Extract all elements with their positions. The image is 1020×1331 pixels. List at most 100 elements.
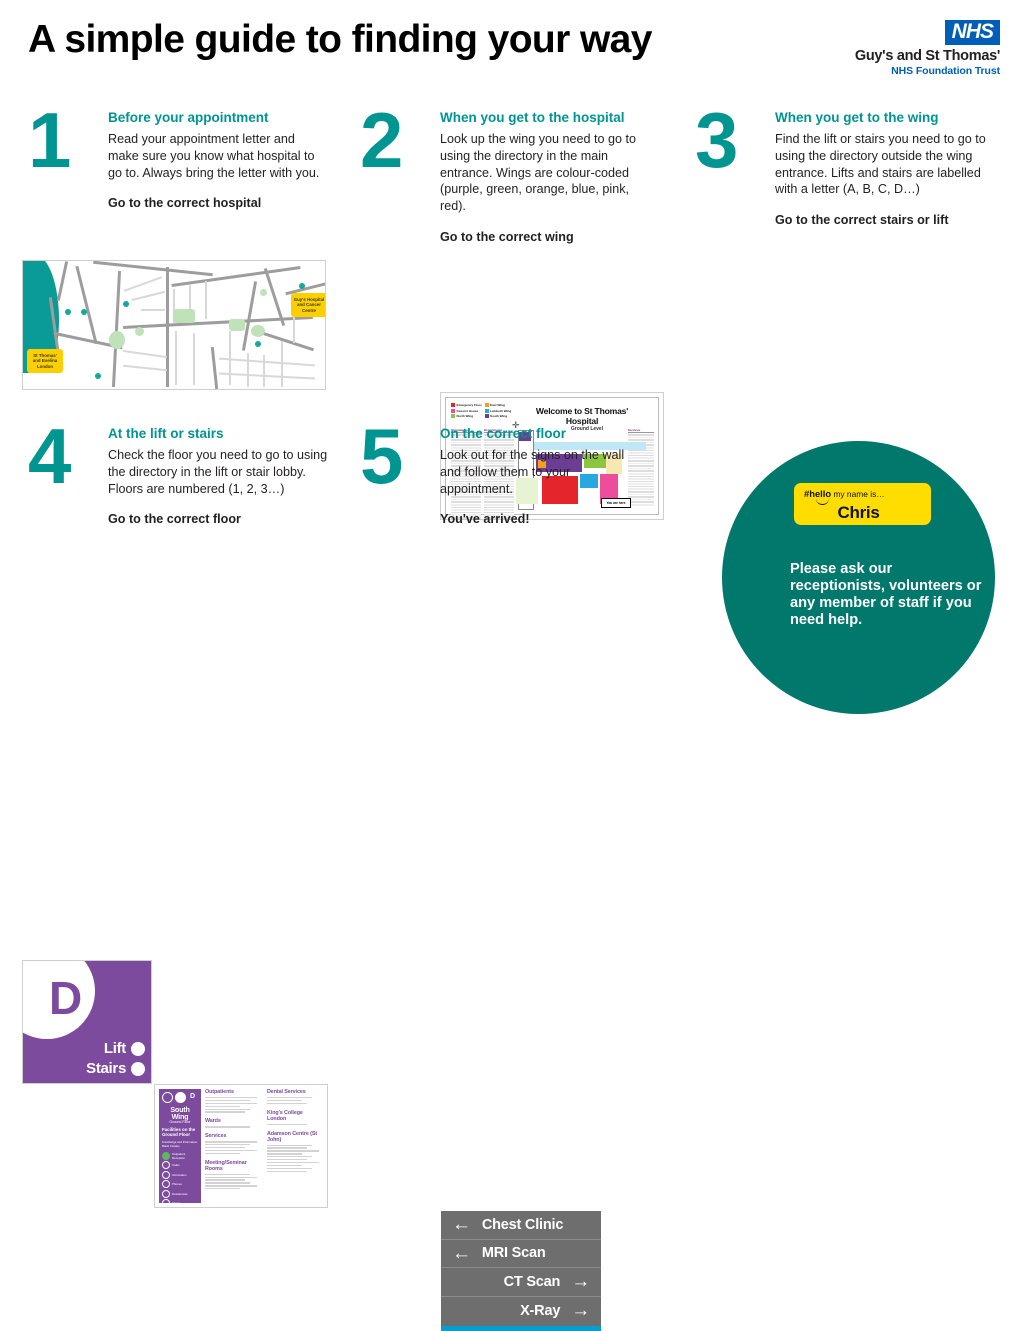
map-road-minor	[205, 281, 207, 319]
arrow-left-icon: ←	[452, 1242, 471, 1264]
map-park	[135, 327, 144, 336]
step-3-action: Go to the correct stairs or lift	[775, 213, 949, 228]
bullet-icon	[162, 1189, 170, 1198]
list-item: Cafes	[162, 1161, 198, 1169]
legend-swatch	[451, 408, 455, 413]
corridor-direction-sign-image: ← Chest Clinic ← MRI Scan CT Scan → X-Ra…	[441, 1211, 601, 1331]
map-road	[111, 271, 122, 387]
lift-stairs-rows: Lift Stairs	[86, 1037, 145, 1077]
legend-label: East Wing	[490, 403, 505, 407]
legend-swatch	[484, 403, 489, 407]
map-poi-icon	[255, 341, 261, 347]
list-item: Outpatient Reception	[162, 1151, 198, 1160]
step-1: 1 Before your appointment Read your appo…	[28, 96, 328, 244]
floor-directory-board-image: D South Wing Ground Floor Facilities on …	[154, 1084, 328, 1208]
step-5-text: Look out for the signs on the wall and f…	[440, 448, 625, 496]
list-item: Phones	[162, 1180, 198, 1188]
section-heading: Meeting/Seminar Rooms	[205, 1159, 247, 1172]
facility-label: Cafes	[172, 1163, 180, 1167]
map-poi-icon	[123, 301, 129, 307]
london-map-image: St Thomas' and Evelina London Guy's Hosp…	[22, 260, 326, 390]
facility-label: Shops	[172, 1201, 181, 1205]
legend-label: Gassiot House	[456, 408, 479, 413]
step-4-number: 4	[28, 412, 71, 500]
map-poi-icon	[65, 309, 71, 315]
legend-swatch	[484, 414, 489, 418]
map-road-minor	[141, 309, 165, 311]
directory-column-2: Dental Services King's College London Ad…	[267, 1089, 323, 1203]
map-pin-guys: Guy's Hospital and Cancer Centre	[291, 293, 325, 317]
map-poi-icon	[95, 373, 101, 379]
sign-row-chest-clinic: ← Chest Clinic	[441, 1211, 601, 1240]
step-5: 5 On the correct floor Look out for the …	[360, 417, 660, 550]
list-item: Shops	[162, 1199, 198, 1207]
bullet-icon	[162, 1199, 170, 1207]
directory-floor-name: Ground Floor	[169, 1120, 191, 1125]
help-message: Please ask our receptionists, volunteers…	[790, 561, 982, 629]
map-road-minor	[123, 349, 167, 358]
legend-label: Emergency Floor	[456, 403, 482, 407]
legend-label: North Wing	[456, 414, 474, 418]
step-3: 3 When you get to the wing Find the lift…	[695, 101, 1000, 244]
map-road-minor	[219, 372, 315, 380]
lift-letter: D	[49, 972, 83, 1024]
map-road-minor	[193, 333, 195, 385]
map-poi-icon	[81, 309, 87, 315]
map-park	[109, 331, 125, 349]
section-heading: Adamson Centre (St John)	[267, 1130, 318, 1143]
map-road	[241, 281, 258, 351]
sign-accent-bar	[441, 1326, 601, 1331]
section-heading: Outpatients	[205, 1089, 234, 1095]
step-4-heading: At the lift or stairs	[108, 426, 224, 441]
step-4-action: Go to the correct floor	[108, 512, 241, 527]
poster-legend: Emergency Floor East Wing Gassiot House …	[451, 403, 517, 420]
bullet-icon	[162, 1180, 170, 1188]
lift-dot-icon	[131, 1041, 145, 1056]
map-road	[210, 346, 219, 389]
section-heading: Services	[205, 1133, 227, 1140]
bullet-icon	[162, 1161, 170, 1169]
facility-label: Outpatient Reception	[172, 1151, 186, 1160]
legend-label: Lambeth Wing	[490, 408, 512, 413]
sign-label: MRI Scan	[481, 1245, 546, 1262]
section-heading: King's College London	[267, 1109, 303, 1122]
lift-label: Lift	[103, 1040, 126, 1057]
bullet-icon	[162, 1151, 170, 1160]
page-title: A simple guide to finding your way	[28, 18, 652, 61]
step-2-heading: When you get to the hospital	[440, 110, 625, 125]
map-road-minor	[123, 276, 163, 292]
directory-left-panel: D South Wing Ground Floor Facilities on …	[159, 1089, 201, 1207]
sign-label: X-Ray	[520, 1302, 561, 1319]
map-park	[260, 289, 267, 296]
section-heading: Wards	[205, 1118, 221, 1125]
trust-subtitle: NHS Foundation Trust	[891, 65, 1000, 78]
sign-row-ct-scan: CT Scan →	[441, 1268, 601, 1297]
step-2-action: Go to the correct wing	[440, 229, 574, 244]
sign-row-mri-scan: ← MRI Scan	[441, 1240, 601, 1268]
lift-letter-icon: D	[189, 1093, 196, 1100]
arrow-right-icon: →	[571, 1271, 590, 1293]
map-pin-st-thomas: St Thomas' and Evelina London	[27, 349, 63, 373]
directory-icon-row: D	[162, 1092, 198, 1103]
directory-wing-name: South Wing	[170, 1105, 190, 1122]
legend-swatch	[484, 408, 489, 413]
directory-facilities-list: Outpatient Reception Cafes Information P…	[162, 1151, 198, 1207]
map-road	[256, 329, 314, 352]
facility-label: Restaurants	[172, 1191, 188, 1196]
step-1-number: 1	[28, 96, 71, 184]
stairs-row: Stairs	[86, 1060, 145, 1077]
map-poi-icon	[299, 283, 305, 289]
badge-name: Chris	[837, 503, 880, 522]
map-road-minor	[219, 357, 315, 366]
step-3-heading: When you get to the wing	[775, 110, 939, 125]
directory-column-1: Outpatients Wards Services Meeting/Semin…	[205, 1089, 261, 1203]
legend-swatch	[451, 403, 455, 407]
poster-page: A simple guide to finding your way NHS G…	[0, 0, 1020, 1331]
bullet-icon	[162, 1170, 170, 1179]
nhs-trust-logo: NHS Guy's and St Thomas' NHS Foundation …	[855, 20, 1000, 77]
map-road-minor	[123, 364, 167, 371]
list-item: Information	[162, 1170, 198, 1179]
nhs-logo-icon: NHS	[944, 20, 1000, 46]
directory-facilities-sub: Knowledge and Information Black Cavalry	[162, 1140, 198, 1149]
directory-facilities-heading: Facilities on the Ground Floor	[162, 1127, 196, 1138]
